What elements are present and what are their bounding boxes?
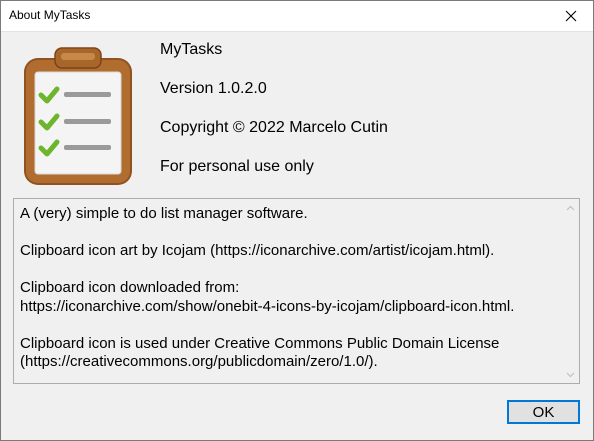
titlebar: About MyTasks [0, 0, 594, 32]
window-title: About MyTasks [9, 8, 91, 22]
app-copyright: Copyright © 2022 Marcelo Cutin [160, 119, 388, 136]
description-line: Clipboard icon art by Icojam (https://ic… [20, 242, 495, 259]
vertical-scrollbar[interactable] [562, 199, 579, 383]
chevron-up-icon [566, 205, 575, 210]
app-version: Version 1.0.2.0 [160, 80, 267, 97]
clipboard-checklist-icon [24, 47, 132, 185]
app-name: MyTasks [160, 41, 223, 58]
app-license-note: For personal use only [160, 158, 314, 175]
close-button[interactable] [548, 0, 594, 31]
close-icon [565, 10, 577, 21]
ok-button[interactable]: OK [507, 400, 580, 424]
description-line: Clipboard icon is used under Creative Co… [20, 334, 500, 371]
description-line: Clipboard icon downloaded from: https://… [20, 279, 515, 315]
chevron-down-icon [566, 372, 575, 377]
description-line: A (very) simple to do list manager softw… [20, 205, 308, 222]
description-textbox[interactable]: A (very) simple to do list manager softw… [13, 198, 580, 384]
scroll-up-button[interactable] [562, 199, 579, 216]
scroll-down-button[interactable] [562, 366, 579, 383]
description-text: A (very) simple to do list manager softw… [20, 205, 560, 390]
